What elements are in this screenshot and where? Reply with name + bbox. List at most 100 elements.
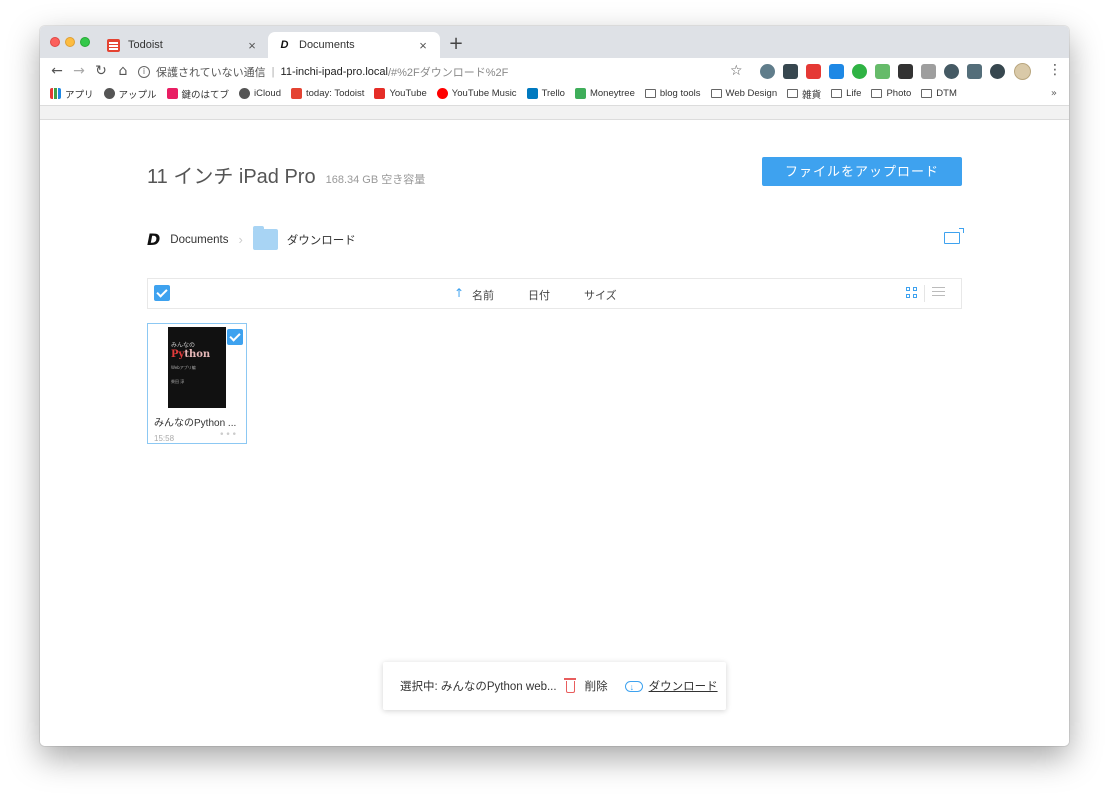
bookmark-label: アップル — [118, 89, 157, 101]
bookmark-label: iCloud — [254, 88, 281, 99]
bookmark-item[interactable]: Web Design — [710, 88, 777, 99]
menu-dots-icon[interactable]: ⋮ — [1048, 62, 1062, 78]
folder-icon — [831, 89, 843, 98]
chevron-right-icon: › — [238, 232, 243, 247]
thumbnail-title: Python — [171, 349, 211, 360]
minimize-window-button[interactable] — [65, 37, 75, 47]
documents-logo-icon: D — [147, 230, 161, 249]
bookmarks-bar: アプリ アップル 鍵のはてブ iCloud today: Todoist YouTube Y… — [40, 85, 1069, 102]
tab-strip: Todoist × D Documents × + — [40, 26, 1069, 58]
thumbnail-text: みんなの — [171, 342, 196, 349]
bookmark-item[interactable]: DTM — [921, 88, 957, 99]
free-space: 168.34 GB 空き容量 — [325, 174, 426, 186]
extension-icon[interactable] — [944, 64, 959, 79]
tab-documents[interactable]: D Documents × — [268, 32, 440, 58]
view-divider — [924, 285, 925, 302]
extension-icon[interactable] — [875, 64, 890, 79]
bookmark-item[interactable]: 雑貨 — [787, 87, 821, 101]
bookmark-item[interactable]: iCloud — [239, 88, 281, 99]
youtube-music-icon — [436, 88, 448, 99]
device-name: 11 インチ iPad Pro — [147, 166, 316, 188]
bookmark-item[interactable]: アップル — [103, 87, 157, 101]
new-tab-button[interactable]: + — [446, 33, 466, 54]
download-button[interactable]: ダウンロード — [649, 678, 718, 694]
maximize-window-button[interactable] — [80, 37, 90, 47]
bookmarks-more-icon[interactable]: » — [1051, 88, 1057, 99]
breadcrumb-root[interactable]: Documents — [170, 234, 228, 246]
pocket-icon[interactable] — [990, 64, 1005, 79]
tab-title: Documents — [299, 39, 355, 51]
bookmark-label: Life — [846, 88, 862, 99]
grid-view-icon[interactable] — [906, 287, 917, 298]
column-size[interactable]: サイズ — [584, 287, 617, 303]
extension-icon[interactable] — [921, 64, 936, 79]
file-card[interactable]: みんなの Python Webアプリ編 柴田 淳 みんなのPython ... … — [147, 323, 247, 444]
extension-icon[interactable] — [783, 64, 798, 79]
selection-action-bar: 選択中: みんなのPython web... 削除 ダウンロード — [383, 662, 726, 710]
select-all-checkbox[interactable] — [154, 285, 170, 301]
browser-window: Todoist × D Documents × + ← → ↻ ⌂ i 保護され… — [40, 26, 1069, 746]
extension-icon[interactable] — [760, 64, 775, 79]
bookmark-item[interactable]: YouTube Music — [436, 88, 517, 99]
documents-d-icon: D — [280, 38, 289, 51]
bookmark-label: today: Todoist — [305, 88, 365, 99]
breadcrumb-current: ダウンロード — [286, 234, 356, 247]
bookmark-item[interactable]: 鍵のはてブ — [166, 87, 229, 101]
bookmark-star-icon[interactable]: ☆ — [730, 63, 743, 79]
extension-icon[interactable] — [967, 64, 982, 79]
trash-icon[interactable] — [563, 678, 576, 693]
column-name[interactable]: 名前 — [472, 287, 494, 303]
cloud-download-icon[interactable] — [624, 680, 643, 692]
sort-ascending-icon[interactable]: ↑ — [454, 286, 464, 300]
thumbnail-author: 柴田 淳 — [171, 379, 185, 384]
delete-button[interactable]: 削除 — [585, 678, 608, 694]
tab-title: Todoist — [128, 39, 163, 51]
file-checkbox[interactable] — [227, 329, 243, 345]
extension-icon[interactable] — [898, 64, 913, 79]
profile-avatar[interactable] — [1014, 63, 1031, 80]
extension-icon[interactable] — [829, 64, 844, 79]
tab-close-icon[interactable]: × — [245, 38, 259, 53]
documents-page: 11 インチ iPad Pro 168.34 GB 空き容量 ファイルをアップロー… — [40, 120, 1069, 746]
home-icon[interactable]: ⌂ — [114, 62, 132, 80]
bookmark-label: Trello — [541, 88, 565, 99]
bookmark-item[interactable]: YouTube — [374, 88, 427, 99]
bookmark-item[interactable]: Life — [831, 88, 861, 99]
bookmark-item[interactable]: Photo — [871, 88, 911, 99]
bookmark-item[interactable]: Trello — [526, 88, 565, 99]
new-folder-icon[interactable] — [944, 228, 964, 244]
hatena-icon — [166, 88, 178, 99]
tab-todoist[interactable]: Todoist × — [97, 32, 269, 58]
todoist-icon — [290, 88, 302, 99]
security-label: 保護されていない通信 — [156, 66, 266, 79]
list-view-icon[interactable] — [932, 287, 945, 298]
todoist-icon — [107, 38, 120, 52]
back-icon[interactable]: ← — [48, 62, 66, 80]
tab-close-icon[interactable]: × — [416, 38, 430, 53]
evernote-icon[interactable] — [852, 64, 867, 79]
url-host: 11-inchi-ipad-pro.local — [280, 65, 388, 78]
thumbnail-subtitle: Webアプリ編 — [171, 365, 196, 370]
folder-icon — [710, 89, 722, 98]
close-window-button[interactable] — [50, 37, 60, 47]
bookmark-label: アプリ — [65, 89, 94, 101]
reload-icon[interactable]: ↻ — [92, 62, 110, 80]
url-separator: | — [271, 65, 275, 78]
moneytree-icon — [574, 88, 586, 99]
upload-file-button[interactable]: ファイルをアップロード — [762, 157, 962, 186]
forward-icon[interactable]: → — [70, 62, 88, 80]
info-icon[interactable]: i — [138, 65, 150, 78]
extensions-area — [760, 64, 1005, 79]
bookmark-item[interactable]: today: Todoist — [290, 88, 365, 99]
extension-icon[interactable] — [806, 64, 821, 79]
address-bar[interactable]: i 保護されていない通信 | 11-inchi-ipad-pro.local /… — [138, 61, 758, 82]
book-thumbnail: みんなの Python Webアプリ編 柴田 淳 — [168, 327, 226, 408]
bookmark-item[interactable]: blog tools — [644, 88, 701, 99]
apple-icon — [103, 88, 115, 99]
bookmark-item[interactable]: アプリ — [50, 87, 94, 101]
bookmark-item[interactable]: Moneytree — [574, 88, 635, 99]
trello-icon — [526, 88, 538, 99]
page-header-strip — [40, 105, 1069, 120]
more-options-icon[interactable]: ••• — [219, 430, 238, 440]
column-date[interactable]: 日付 — [528, 287, 550, 303]
